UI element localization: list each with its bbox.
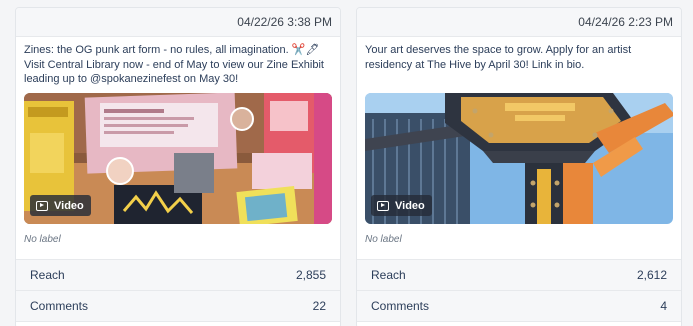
metric-value: 4 <box>660 299 667 313</box>
post-label: No label <box>365 234 402 245</box>
video-badge-label: Video <box>395 199 425 212</box>
post-metrics: Reach 2,855 Comments 22 <box>16 259 340 322</box>
post-grid: 04/22/26 3:38 PM Zines: the OG punk art … <box>0 0 693 326</box>
post-card[interactable]: 04/22/26 3:38 PM Zines: the OG punk art … <box>15 7 341 326</box>
post-card-header: 04/22/26 3:38 PM <box>16 8 340 37</box>
video-play-icon <box>377 200 389 211</box>
post-card-header: 04/24/26 2:23 PM <box>357 8 681 37</box>
metric-label: Reach <box>371 268 406 282</box>
metric-comments: Comments 22 <box>16 291 340 322</box>
video-badge: Video <box>371 195 432 216</box>
metric-label: Comments <box>371 299 430 313</box>
post-caption: Zines: the OG punk art form - no rules, … <box>24 44 324 85</box>
metric-value: 22 <box>312 299 326 313</box>
post-timestamp: 04/22/26 3:38 PM <box>237 15 332 29</box>
metric-value: 2,612 <box>636 268 667 282</box>
video-badge-label: Video <box>54 199 84 212</box>
post-thumbnail[interactable]: Video <box>24 93 332 224</box>
post-timestamp: 04/24/26 2:23 PM <box>578 15 673 29</box>
metric-reach: Reach 2,855 <box>16 260 340 291</box>
post-card[interactable]: 04/24/26 2:23 PM Your art deserves the s… <box>356 7 682 326</box>
post-metrics: Reach 2,612 Comments 4 <box>357 259 681 322</box>
post-thumbnail[interactable]: Video <box>365 93 673 224</box>
metric-comments: Comments 4 <box>357 291 681 322</box>
post-caption: Your art deserves the space to grow. App… <box>365 44 632 71</box>
post-label: No label <box>24 234 61 245</box>
metric-label: Reach <box>30 268 65 282</box>
metric-reach: Reach 2,612 <box>357 260 681 291</box>
metric-label: Comments <box>30 299 89 313</box>
video-badge: Video <box>30 195 91 216</box>
metric-value: 2,855 <box>295 268 326 282</box>
video-play-icon <box>36 200 48 211</box>
